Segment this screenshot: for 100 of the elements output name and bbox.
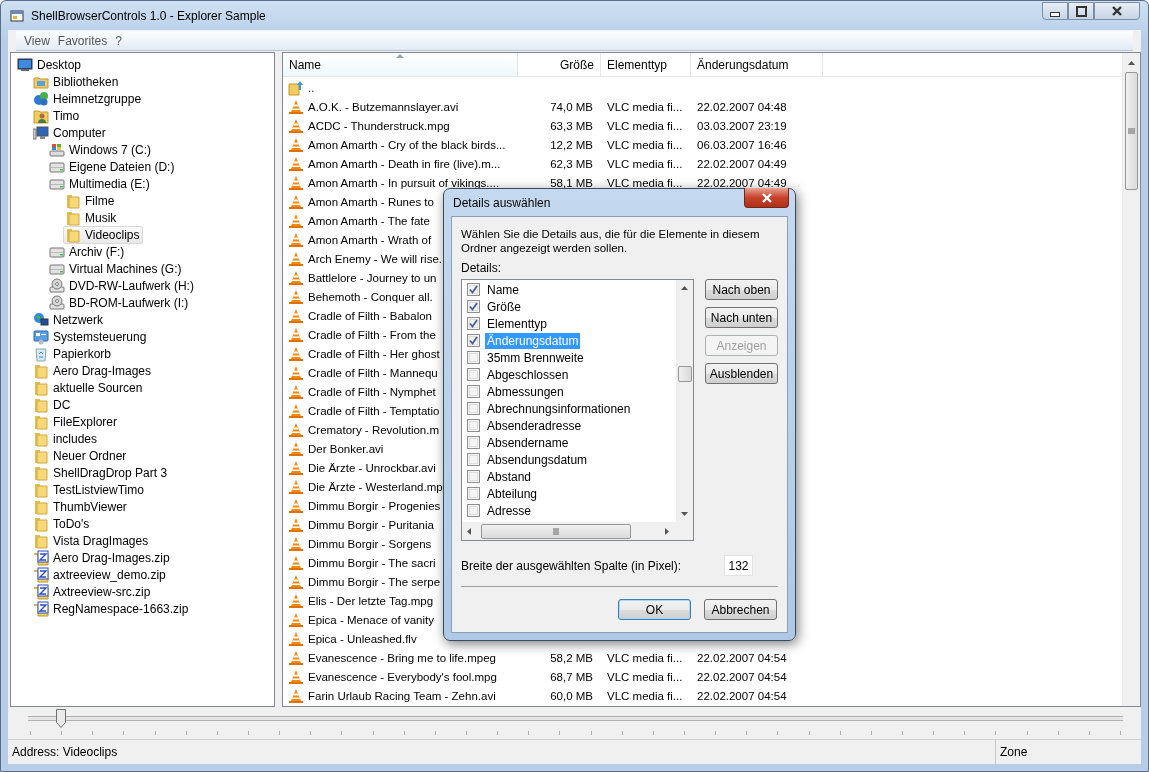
tree-item[interactable]: Filme — [63, 191, 119, 210]
file-name[interactable]: ACDC - Thunderstruck.mpg — [308, 119, 450, 132]
file-name[interactable]: Amon Amarth - Cry of the black birds... — [308, 138, 506, 151]
list-item[interactable]: Elementtyp — [485, 315, 550, 332]
list-item[interactable]: Abteilung — [485, 485, 540, 502]
tree-item[interactable]: ShellDragDrop Part 3 — [31, 463, 172, 482]
tree-item[interactable]: Videoclips — [63, 225, 144, 244]
cancel-button[interactable]: Abbrechen — [704, 599, 777, 620]
checkbox[interactable] — [467, 453, 480, 466]
checkbox[interactable] — [467, 300, 480, 313]
tree-item[interactable]: Virtual Machines (G:) — [47, 259, 186, 278]
file-name[interactable]: Dimmu Borgir - The sacri — [308, 556, 436, 569]
tree-item[interactable]: Timo — [31, 106, 84, 125]
tree-item[interactable]: Vista DragImages — [31, 531, 153, 550]
list-item[interactable]: Abrechnungsinformationen — [485, 400, 633, 417]
file-name[interactable]: Behemoth - Conquer all. — [308, 290, 433, 303]
tree-item[interactable]: Archiv (F:) — [47, 242, 129, 261]
tree-item[interactable]: Papierkorb — [31, 344, 116, 363]
ok-button[interactable]: OK — [618, 599, 691, 620]
list-item[interactable]: Adresse — [485, 502, 534, 519]
tree-item[interactable]: axtreeview_demo.zip — [31, 565, 170, 584]
checkbox[interactable] — [467, 402, 480, 415]
tree-item[interactable]: Heimnetzgruppe — [31, 89, 146, 108]
dialog-button[interactable]: Ausblenden — [705, 363, 778, 384]
checkbox[interactable] — [467, 385, 480, 398]
close-button[interactable] — [744, 188, 789, 208]
slider-thumb[interactable] — [55, 709, 66, 728]
checkbox[interactable] — [467, 317, 480, 330]
file-name[interactable]: A.O.K. - Butzemannslayer.avi — [308, 100, 459, 113]
checkbox[interactable] — [467, 487, 480, 500]
list-item[interactable]: 35mm Brennweite — [485, 349, 586, 366]
file-name[interactable]: Cradle of Filth - Nymphet — [308, 385, 436, 398]
tree-item[interactable]: Musik — [63, 208, 121, 227]
file-name[interactable]: Der Bonker.avi — [308, 442, 384, 455]
list-item[interactable]: Absendername — [485, 434, 571, 451]
file-name[interactable]: Cradle of Filth - Temptatio — [308, 404, 440, 417]
checkbox[interactable] — [467, 470, 480, 483]
tree-item[interactable]: Computer — [31, 123, 110, 142]
list-item[interactable]: Abgeschlossen — [485, 366, 571, 383]
tree-item[interactable]: Multimedia (E:) — [47, 174, 154, 193]
file-name[interactable]: Dimmu Borgir - Sorgens — [308, 537, 432, 550]
file-name[interactable]: Cradle of Filth - Mannequ — [308, 366, 438, 379]
file-name[interactable]: Dimmu Borgir - Puritania — [308, 518, 434, 531]
list-item[interactable]: Größe — [485, 298, 523, 315]
dialog-button[interactable]: Nach oben — [705, 279, 778, 300]
tree-item[interactable]: aktuelle Sourcen — [31, 378, 147, 397]
file-name[interactable]: Amon Amarth - Runes to — [308, 195, 434, 208]
menu-item[interactable]: Favorites — [53, 33, 112, 48]
tree-item[interactable]: includes — [31, 429, 102, 448]
menu-item[interactable]: View — [20, 33, 54, 48]
tree-item[interactable]: Windows 7 (C:) — [47, 140, 155, 159]
file-name[interactable]: Cradle of Filth - Her ghost — [308, 347, 440, 360]
file-name[interactable]: Amon Amarth - Wrath of — [308, 233, 432, 246]
checkbox[interactable] — [467, 351, 480, 364]
file-name[interactable]: Die Ärzte - Unrockbar.avi — [308, 461, 436, 474]
checkbox[interactable] — [467, 334, 480, 347]
column-header[interactable]: Name — [283, 53, 518, 76]
tree-item[interactable]: Neuer Ordner — [31, 446, 131, 465]
tree-item[interactable]: TestListviewTimo — [31, 480, 148, 499]
tree-item[interactable]: BD-ROM-Laufwerk (I:) — [47, 293, 193, 312]
tree-item[interactable]: Systemsteuerung — [31, 327, 151, 346]
close-button[interactable] — [1094, 2, 1140, 20]
file-name[interactable]: Farin Urlaub Racing Team - Zehn.avi — [308, 689, 496, 702]
tree-item[interactable]: Eigene Dateien (D:) — [47, 157, 179, 176]
list-item[interactable]: Abmessungen — [485, 383, 566, 400]
scroll-bar[interactable] — [462, 522, 693, 540]
file-name[interactable]: Dimmu Borgir - The serpe — [308, 575, 441, 588]
list-item[interactable]: Abstand — [485, 468, 534, 485]
file-name[interactable]: Cradle of Filth - From the — [308, 328, 436, 341]
tree-item[interactable]: ThumbViewer — [31, 497, 131, 516]
dialog-button[interactable]: Nach unten — [705, 307, 778, 328]
tree-item[interactable]: DC — [31, 395, 75, 414]
checkbox[interactable] — [467, 283, 480, 296]
file-name[interactable]: Epica - Unleashed.flv — [308, 632, 417, 645]
file-name[interactable]: Dimmu Borgir - Progenies — [308, 499, 441, 512]
file-name[interactable]: Epica - Menace of vanity — [308, 613, 434, 626]
tree-item[interactable]: Bibliotheken — [31, 72, 123, 91]
tree-item[interactable]: Axtreeview-src.zip — [31, 582, 155, 601]
maximize-button[interactable] — [1068, 2, 1094, 20]
file-name[interactable]: Amon Amarth - Death in fire (live).m... — [308, 157, 501, 170]
tree-item[interactable]: RegNamespace-1663.zip — [31, 599, 193, 618]
tree-item[interactable]: FileExplorer — [31, 412, 122, 431]
file-name[interactable]: Cradle of Filth - Babalon — [308, 309, 432, 322]
file-name[interactable]: Amon Amarth - In pursuit of vikings.... — [308, 176, 500, 189]
file-name[interactable]: Elis - Der letzte Tag.mpg — [308, 594, 434, 607]
file-name[interactable]: Evanescence - Bring me to life.mpeg — [308, 651, 496, 664]
width-field[interactable]: 132 — [724, 555, 753, 576]
minimize-button[interactable] — [1042, 2, 1068, 20]
checkbox[interactable] — [467, 504, 480, 517]
tree-item[interactable]: Aero Drag-Images.zip — [31, 548, 174, 567]
file-name[interactable]: Evanescence - Everybody's fool.mpg — [308, 670, 497, 683]
tree-item[interactable]: Aero Drag-Images — [31, 361, 156, 380]
file-name[interactable]: Arch Enemy - We will rise. — [308, 252, 442, 265]
tree-item[interactable]: Desktop — [15, 55, 86, 74]
checkbox[interactable] — [467, 419, 480, 432]
list-item[interactable]: Absendungsdatum — [485, 451, 590, 468]
tree-item[interactable]: Netzwerk — [31, 310, 107, 329]
menu-item[interactable]: ? — [111, 33, 126, 48]
tree-item[interactable]: ToDo's — [31, 514, 94, 533]
tree-item[interactable]: DVD-RW-Laufwerk (H:) — [47, 276, 198, 295]
